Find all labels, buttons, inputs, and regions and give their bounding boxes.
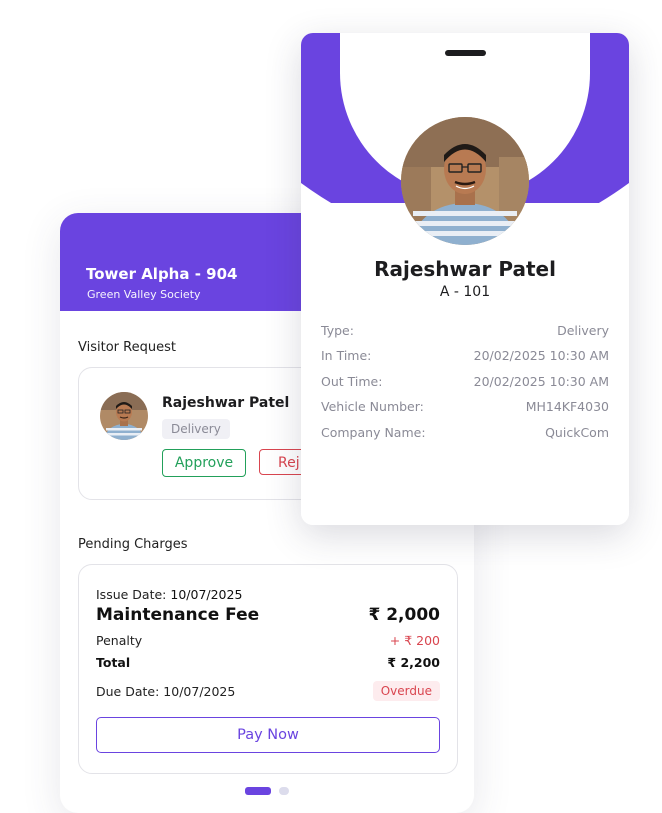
fee-name: Maintenance Fee <box>96 605 260 625</box>
penalty-amount: + ₹ 200 <box>389 633 440 648</box>
visitor-type-tag: Delivery <box>162 419 230 439</box>
id-unit-number: A - 101 <box>439 284 491 300</box>
info-row-type: Type: Delivery <box>321 323 609 341</box>
info-label: Type: <box>321 323 354 338</box>
visitor-photo <box>401 117 529 245</box>
info-label: In Time: <box>321 348 372 363</box>
approve-button[interactable]: Approve <box>162 449 246 477</box>
total-label: Total <box>96 655 131 670</box>
visitor-name: Rajeshwar Patel <box>162 395 290 411</box>
pager-dot-active[interactable] <box>245 787 271 795</box>
due-date-label: Due Date: <box>96 684 160 699</box>
issue-date-value: 10/07/2025 <box>170 587 243 602</box>
info-row-vehicle-number: Vehicle Number: MH14KF4030 <box>321 399 609 417</box>
visitor-id-card: Rajeshwar Patel A - 101 Type: Delivery I… <box>301 33 629 525</box>
due-date-value: 10/07/2025 <box>163 684 236 699</box>
status-badge: Overdue <box>372 681 440 701</box>
info-label: Vehicle Number: <box>321 399 424 414</box>
info-value: MH14KF4030 <box>525 399 609 414</box>
info-value: QuickCom <box>545 425 609 440</box>
pending-charges-heading: Pending Charges <box>78 537 188 552</box>
issue-date-row: Issue Date: 10/07/2025 <box>96 587 242 602</box>
pager-dot[interactable] <box>279 787 289 795</box>
visitor-avatar <box>100 392 148 440</box>
issue-date-label: Issue Date: <box>96 587 167 602</box>
info-label: Out Time: <box>321 374 383 389</box>
info-label: Company Name: <box>321 425 426 440</box>
info-value: Delivery <box>557 323 609 338</box>
penalty-label: Penalty <box>96 633 143 648</box>
visitor-request-heading: Visitor Request <box>78 340 176 355</box>
due-date-row: Due Date: 10/07/2025 <box>96 684 235 699</box>
pending-charge-card: Issue Date: 10/07/2025 Maintenance Fee ₹… <box>78 564 458 774</box>
info-row-company-name: Company Name: QuickCom <box>321 425 609 443</box>
fee-amount: ₹ 2,000 <box>368 605 440 625</box>
total-amount: ₹ 2,200 <box>387 655 440 670</box>
info-value: 20/02/2025 10:30 AM <box>473 374 609 389</box>
info-value: 20/02/2025 10:30 AM <box>473 348 609 363</box>
info-row-out-time: Out Time: 20/02/2025 10:30 AM <box>321 374 609 392</box>
id-visitor-name: Rajeshwar Patel <box>374 257 556 281</box>
pay-now-button[interactable]: Pay Now <box>96 717 440 753</box>
society-name: Green Valley Society <box>87 288 201 301</box>
info-row-in-time: In Time: 20/02/2025 10:30 AM <box>321 348 609 366</box>
lanyard-slot <box>445 50 486 56</box>
flat-title: Tower Alpha - 904 <box>86 265 238 283</box>
